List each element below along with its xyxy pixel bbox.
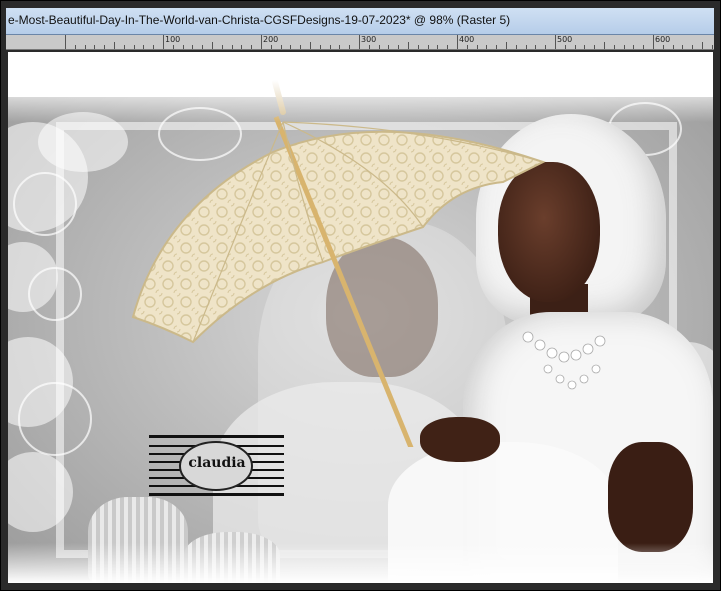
ruler-tick bbox=[613, 45, 615, 49]
ruler-tick bbox=[172, 45, 174, 49]
ruler-tick bbox=[310, 42, 311, 49]
ruler-label: 400 bbox=[459, 35, 475, 44]
ruler-tick bbox=[251, 45, 253, 49]
ruler-tick bbox=[457, 35, 458, 49]
ruler-tick bbox=[653, 35, 654, 49]
ruler-tick bbox=[466, 45, 468, 49]
ruler-tick bbox=[261, 35, 262, 49]
ruler-label: 500 bbox=[557, 35, 573, 44]
ruler-tick bbox=[623, 45, 625, 49]
ruler-tick bbox=[388, 45, 390, 49]
model-arm bbox=[608, 442, 693, 552]
lace-parasol bbox=[131, 79, 546, 447]
ruler-tick bbox=[437, 45, 439, 49]
ruler-label: 600 bbox=[655, 35, 671, 44]
ruler-tick bbox=[349, 45, 351, 49]
ruler-tick bbox=[633, 45, 635, 49]
ruler-tick bbox=[692, 45, 694, 49]
ruler-tick bbox=[525, 45, 527, 49]
ruler-tick bbox=[65, 35, 66, 49]
ruler-tick bbox=[94, 45, 96, 49]
ruler-tick bbox=[329, 45, 331, 49]
ruler-tick bbox=[319, 45, 321, 49]
claudia-watermark: claudia bbox=[149, 435, 284, 497]
ruler-label: 300 bbox=[361, 35, 377, 44]
ruler-label: 100 bbox=[165, 35, 181, 44]
ruler-tick bbox=[270, 45, 272, 49]
ruler-tick bbox=[74, 45, 76, 49]
ruler-tick bbox=[506, 42, 507, 49]
ruler-tick bbox=[682, 45, 684, 49]
ruler-tick bbox=[662, 45, 664, 49]
ruler-tick bbox=[545, 45, 547, 49]
ruler-tick bbox=[153, 45, 155, 49]
ruler-tick bbox=[339, 45, 341, 49]
watermark-text: claudia bbox=[188, 455, 246, 471]
top-fade bbox=[8, 52, 713, 122]
ruler-tick bbox=[584, 45, 586, 49]
ruler-tick bbox=[368, 45, 370, 49]
ruler-tick bbox=[241, 45, 243, 49]
ruler-tick bbox=[447, 45, 449, 49]
ruler-tick bbox=[221, 45, 223, 49]
ruler-tick bbox=[535, 45, 537, 49]
ruler-tick bbox=[300, 45, 302, 49]
ruler-tick bbox=[133, 45, 135, 49]
bottom-fade bbox=[8, 543, 713, 583]
image-canvas[interactable]: claudia bbox=[8, 52, 713, 583]
ruler-tick bbox=[202, 45, 204, 49]
ruler-tick bbox=[574, 45, 576, 49]
ruler-tick bbox=[408, 42, 409, 49]
ruler-tick bbox=[114, 42, 115, 49]
ruler-tick bbox=[182, 45, 184, 49]
ruler-tick bbox=[417, 45, 419, 49]
ruler-tick bbox=[672, 45, 674, 49]
ruler-tick bbox=[163, 35, 164, 49]
ruler-label: 200 bbox=[263, 35, 279, 44]
ruler-tick bbox=[359, 35, 360, 49]
ruler-tick bbox=[398, 45, 400, 49]
ruler-tick bbox=[192, 45, 194, 49]
ruler-tick bbox=[212, 42, 213, 49]
ruler-tick bbox=[290, 45, 292, 49]
ruler-tick bbox=[123, 45, 125, 49]
ruler-tick bbox=[104, 45, 106, 49]
ruler-tick bbox=[711, 45, 713, 49]
ruler-tick bbox=[427, 45, 429, 49]
ruler-tick bbox=[555, 35, 556, 49]
ruler-tick bbox=[378, 45, 380, 49]
ruler-tick bbox=[486, 45, 488, 49]
ruler-tick bbox=[564, 45, 566, 49]
ruler-tick bbox=[84, 45, 86, 49]
ruler-tick bbox=[515, 45, 517, 49]
document-title: e-Most-Beautiful-Day-In-The-World-van-Ch… bbox=[8, 13, 511, 27]
document-titlebar[interactable]: e-Most-Beautiful-Day-In-The-World-van-Ch… bbox=[6, 8, 714, 35]
ruler-tick bbox=[604, 42, 605, 49]
ruler-tick bbox=[643, 45, 645, 49]
ruler-tick bbox=[702, 42, 703, 49]
horizontal-ruler: 100200300400500600700 bbox=[6, 35, 714, 50]
ruler-tick bbox=[594, 45, 596, 49]
ruler-tick bbox=[496, 45, 498, 49]
ruler-tick bbox=[231, 45, 233, 49]
ruler-tick bbox=[280, 45, 282, 49]
ruler-tick bbox=[476, 45, 478, 49]
ruler-tick bbox=[143, 45, 145, 49]
